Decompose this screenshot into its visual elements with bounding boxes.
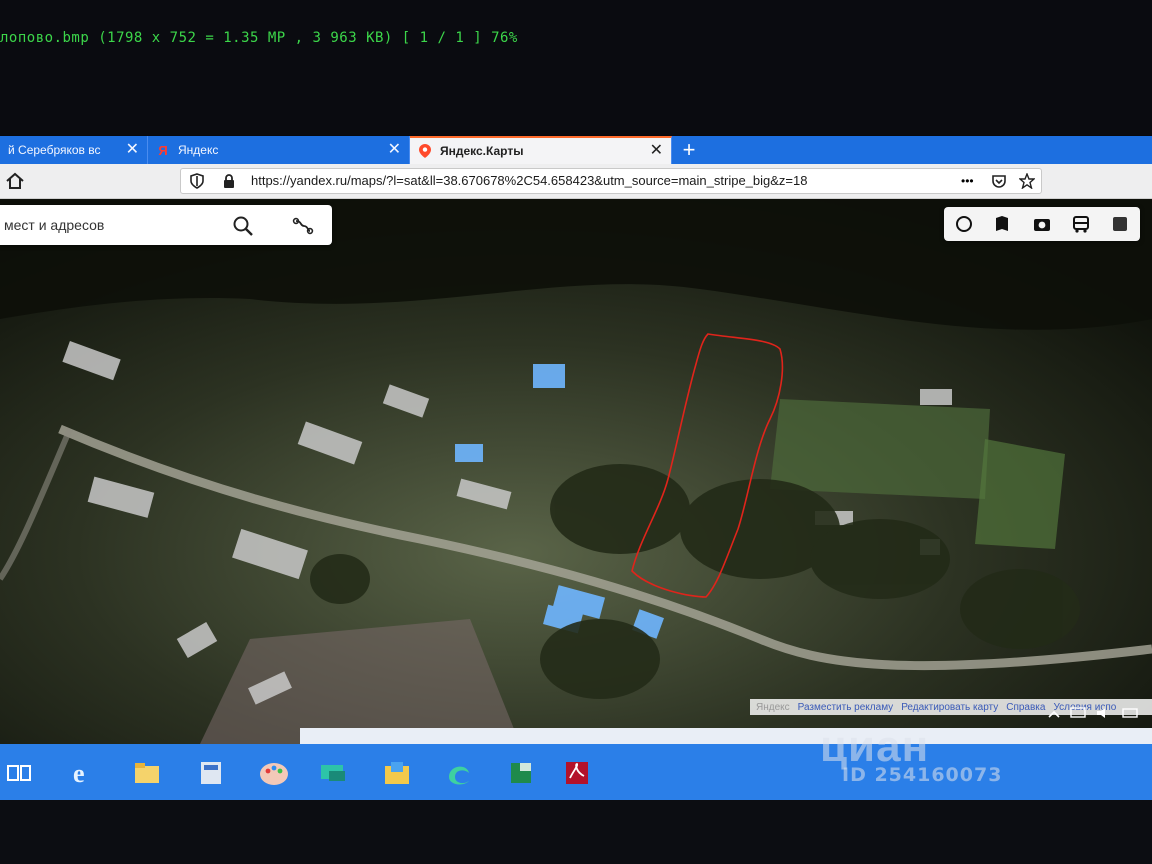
file-explorer-icon[interactable]	[132, 758, 162, 788]
folder-icon[interactable]	[382, 758, 412, 788]
yandex-copyright[interactable]: Яндекс	[756, 702, 790, 713]
system-tray	[1048, 704, 1148, 724]
satellite-imagery	[0, 199, 1152, 744]
calculator-icon[interactable]	[196, 758, 226, 788]
map-search-box[interactable]: мест и адресов	[0, 205, 332, 245]
url-text[interactable]: https://yandex.ru/maps/?l=sat&ll=38.6706…	[251, 173, 951, 188]
page-actions-icon[interactable]: •••	[961, 174, 983, 190]
new-tab-button[interactable]: +	[672, 136, 706, 164]
tab-label: Яндекс.Карты	[440, 144, 524, 158]
browser-tab-bar: й Серебряков вс ✕ Я Яндекс ✕ Яндекс.Карт…	[0, 136, 1152, 164]
shield-icon[interactable]	[189, 173, 205, 189]
layers-icon[interactable]	[953, 213, 975, 235]
tab-yandex-maps[interactable]: Яндекс.Карты ✕	[410, 136, 672, 164]
camera-icon[interactable]	[1031, 213, 1053, 235]
traffic-icon[interactable]	[992, 213, 1014, 235]
monitor-bezel-top	[0, 0, 1152, 135]
address-bar[interactable]: https://yandex.ru/maps/?l=sat&ll=38.6706…	[180, 168, 1042, 194]
advertise-link[interactable]: Разместить рекламу	[798, 702, 894, 713]
lock-icon[interactable]	[221, 173, 237, 189]
task-view-icon[interactable]	[4, 758, 34, 788]
close-icon[interactable]: ✕	[650, 143, 663, 159]
panorama-icon[interactable]	[1109, 213, 1131, 235]
route-icon[interactable]	[292, 215, 314, 242]
map-pin-icon	[418, 144, 432, 158]
search-icon[interactable]	[232, 215, 254, 242]
star-icon[interactable]	[1018, 172, 1036, 190]
cian-watermark-id: ID 254160073	[842, 764, 1003, 786]
svg-text:e: e	[73, 759, 85, 787]
chevron-up-icon[interactable]	[1048, 707, 1060, 721]
pocket-icon[interactable]	[991, 173, 1007, 189]
edge-icon[interactable]	[444, 758, 474, 788]
internet-explorer-icon[interactable]: e	[68, 758, 98, 788]
close-icon[interactable]: ✕	[388, 142, 401, 158]
remote-desktop-icon[interactable]	[318, 758, 348, 788]
help-link[interactable]: Справка	[1006, 702, 1045, 713]
tab-label: й Серебряков вс	[8, 143, 101, 157]
map-layer-controls	[944, 207, 1140, 241]
yandex-logo-icon: Я	[158, 142, 168, 158]
satellite-map[interactable]: мест и адресов Яндекс Разместить рекламу…	[0, 199, 1152, 744]
network-icon[interactable]	[1070, 706, 1086, 722]
acrobat-icon[interactable]	[562, 758, 592, 788]
keyboard-icon[interactable]	[1122, 707, 1138, 722]
search-input[interactable]: мест и адресов	[4, 217, 104, 233]
image-viewer-caption: лопово.bmp (1798 x 752 = 1.35 MP , 3 963…	[0, 30, 518, 46]
photographed-screen: лопово.bmp (1798 x 752 = 1.35 MP , 3 963…	[0, 0, 1152, 864]
edit-map-link[interactable]: Редактировать карту	[901, 702, 998, 713]
monitor-bezel-bottom	[0, 800, 1152, 864]
tab-yandex[interactable]: Я Яндекс ✕	[148, 136, 410, 164]
browser-toolbar: https://yandex.ru/maps/?l=sat&ll=38.6706…	[0, 164, 1152, 199]
transport-icon[interactable]	[1070, 213, 1092, 235]
volume-icon[interactable]	[1096, 707, 1112, 722]
excel-icon[interactable]	[506, 758, 536, 788]
paint-icon[interactable]	[256, 758, 292, 788]
tab-serebryakov[interactable]: й Серебряков вс ✕	[0, 136, 148, 164]
close-icon[interactable]: ✕	[126, 142, 139, 158]
home-icon[interactable]	[4, 170, 26, 192]
tab-label: Яндекс	[178, 143, 219, 157]
